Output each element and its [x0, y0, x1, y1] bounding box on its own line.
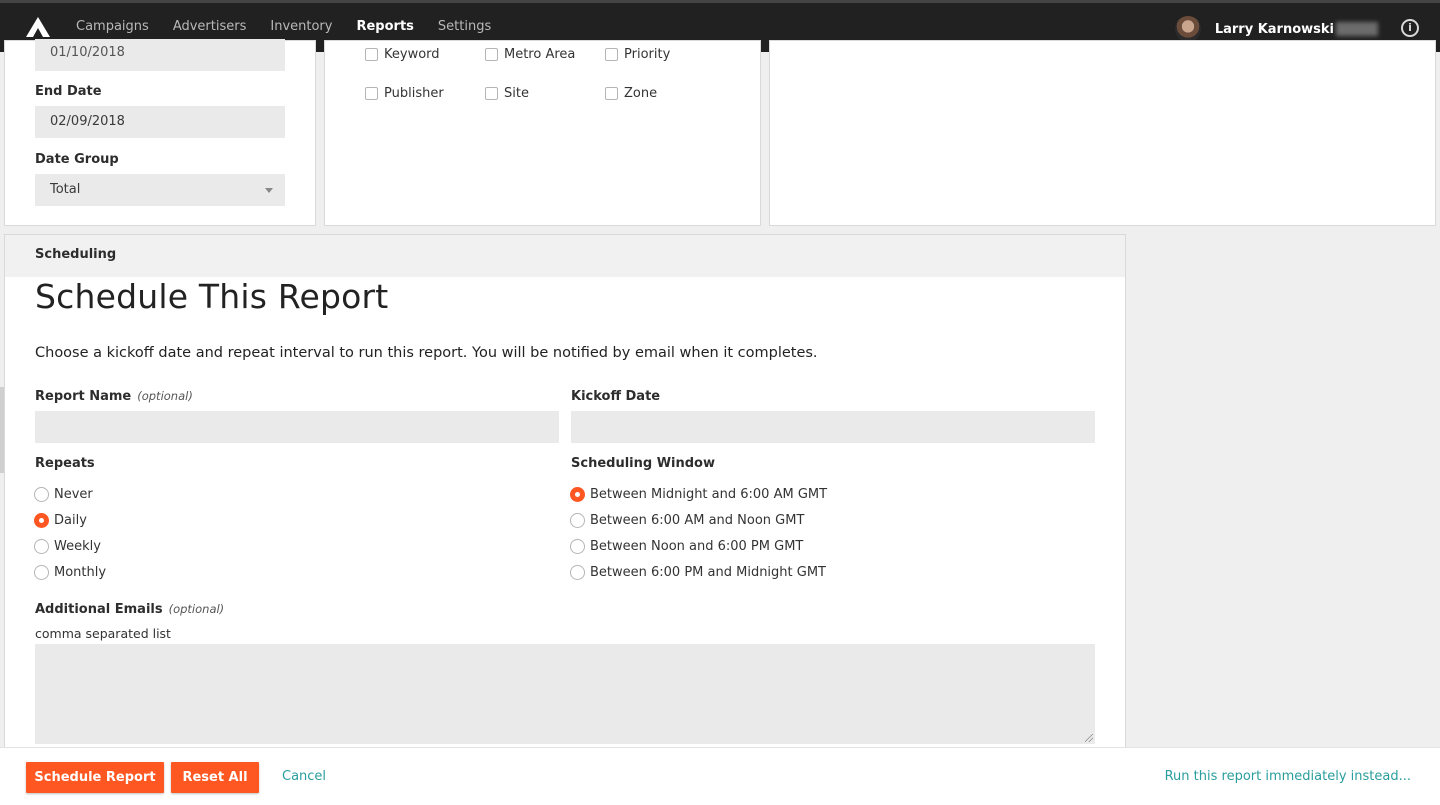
checkbox-icon[interactable]	[365, 48, 378, 61]
checkbox-label: Site	[504, 86, 529, 101]
optional-hint: (optional)	[137, 389, 193, 403]
checkbox-label: Metro Area	[504, 47, 576, 62]
radio-selected-icon[interactable]	[34, 513, 49, 528]
scheduling-section-header: Scheduling	[5, 235, 1125, 277]
resize-grip-icon[interactable]	[1085, 734, 1093, 742]
run-now-link[interactable]: Run this report immediately instead...	[1165, 769, 1411, 784]
checkbox-zone[interactable]: Zone	[605, 86, 657, 101]
date-panel: 01/10/2018 End Date 02/09/2018 Date Grou…	[4, 39, 316, 226]
kickoff-date-label: Kickoff Date	[571, 389, 661, 404]
action-footer: Schedule Report Reset All Cancel Run thi…	[0, 747, 1440, 805]
checkbox-publisher[interactable]: Publisher	[365, 86, 444, 101]
end-date-label: End Date	[35, 84, 102, 99]
checkbox-priority[interactable]: Priority	[605, 47, 670, 62]
additional-emails-textarea[interactable]	[35, 644, 1095, 744]
checkbox-icon[interactable]	[485, 48, 498, 61]
radio-weekly[interactable]: Weekly	[34, 539, 101, 554]
radio-monthly[interactable]: Monthly	[34, 565, 106, 580]
checkbox-label: Zone	[624, 86, 658, 101]
radio-icon[interactable]	[570, 513, 585, 528]
date-group-label: Date Group	[35, 152, 119, 167]
additional-emails-label-text: Additional Emails	[35, 602, 163, 617]
checkbox-keyword[interactable]: Keyword	[365, 47, 440, 62]
emails-helper-text: comma separated list	[35, 626, 171, 641]
repeats-label: Repeats	[35, 456, 95, 471]
checkbox-label: Keyword	[384, 47, 440, 62]
checkbox-icon[interactable]	[365, 87, 378, 100]
radio-window-midnight-6am[interactable]: Between Midnight and 6:00 AM GMT	[570, 487, 827, 502]
radio-label: Between 6:00 PM and Midnight GMT	[590, 565, 826, 580]
radio-window-6pm-midnight[interactable]: Between 6:00 PM and Midnight GMT	[570, 565, 826, 580]
radio-label: Between Noon and 6:00 PM GMT	[590, 539, 804, 554]
avatar[interactable]	[1174, 16, 1201, 42]
cancel-link[interactable]: Cancel	[282, 769, 326, 784]
schedule-description: Choose a kickoff date and repeat interva…	[35, 345, 818, 361]
user-name: Larry Karnowski	[1214, 21, 1334, 37]
date-group-value: Total	[50, 182, 81, 197]
radio-label: Monthly	[54, 565, 107, 580]
checkbox-metro-area[interactable]: Metro Area	[485, 47, 575, 62]
radio-label: Between 6:00 AM and Noon GMT	[590, 513, 805, 528]
kickoff-date-input[interactable]	[571, 411, 1095, 443]
report-name-label-text: Report Name	[35, 389, 132, 404]
redacted-text	[1336, 22, 1378, 36]
checkbox-label: Publisher	[384, 86, 444, 101]
radio-label: Weekly	[54, 539, 101, 554]
checkbox-icon[interactable]	[605, 48, 618, 61]
radio-selected-icon[interactable]	[570, 487, 585, 502]
end-date-field[interactable]: 02/09/2018	[35, 106, 285, 138]
checkbox-site[interactable]: Site	[485, 86, 529, 101]
radio-icon[interactable]	[570, 539, 585, 554]
user-menu[interactable]: Larry Karnowski	[1174, 16, 1378, 42]
radio-icon[interactable]	[34, 487, 49, 502]
reset-all-button[interactable]: Reset All	[171, 762, 259, 793]
radio-icon[interactable]	[34, 565, 49, 580]
page-title: Schedule This Report	[35, 277, 389, 316]
preview-panel	[769, 40, 1436, 226]
chevron-down-icon	[265, 188, 273, 193]
info-circle-icon[interactable]: i	[1401, 19, 1419, 37]
radio-window-6am-noon[interactable]: Between 6:00 AM and Noon GMT	[570, 513, 804, 528]
report-name-input[interactable]	[35, 411, 559, 443]
breakdown-panel: Keyword Metro Area Priority Publisher Si…	[324, 40, 761, 226]
optional-hint: (optional)	[168, 602, 225, 616]
radio-daily[interactable]: Daily	[34, 513, 87, 528]
report-name-label: Report Name (optional)	[35, 389, 193, 404]
radio-icon[interactable]	[34, 539, 49, 554]
additional-emails-label: Additional Emails (optional)	[35, 602, 224, 617]
radio-never[interactable]: Never	[34, 487, 93, 502]
radio-label: Daily	[54, 513, 87, 528]
checkbox-icon[interactable]	[605, 87, 618, 100]
schedule-report-button[interactable]: Schedule Report	[26, 762, 164, 793]
radio-label: Between Midnight and 6:00 AM GMT	[590, 487, 828, 502]
brand-logo-icon[interactable]	[26, 17, 50, 37]
checkbox-icon[interactable]	[485, 87, 498, 100]
radio-window-noon-6pm[interactable]: Between Noon and 6:00 PM GMT	[570, 539, 803, 554]
date-group-select[interactable]: Total	[35, 174, 285, 206]
checkbox-label: Priority	[624, 47, 671, 62]
scheduling-window-label: Scheduling Window	[571, 456, 715, 471]
radio-label: Never	[54, 487, 93, 502]
radio-icon[interactable]	[570, 565, 585, 580]
start-date-field[interactable]: 01/10/2018	[35, 39, 285, 71]
scheduling-panel: Scheduling Schedule This Report Choose a…	[4, 234, 1126, 754]
